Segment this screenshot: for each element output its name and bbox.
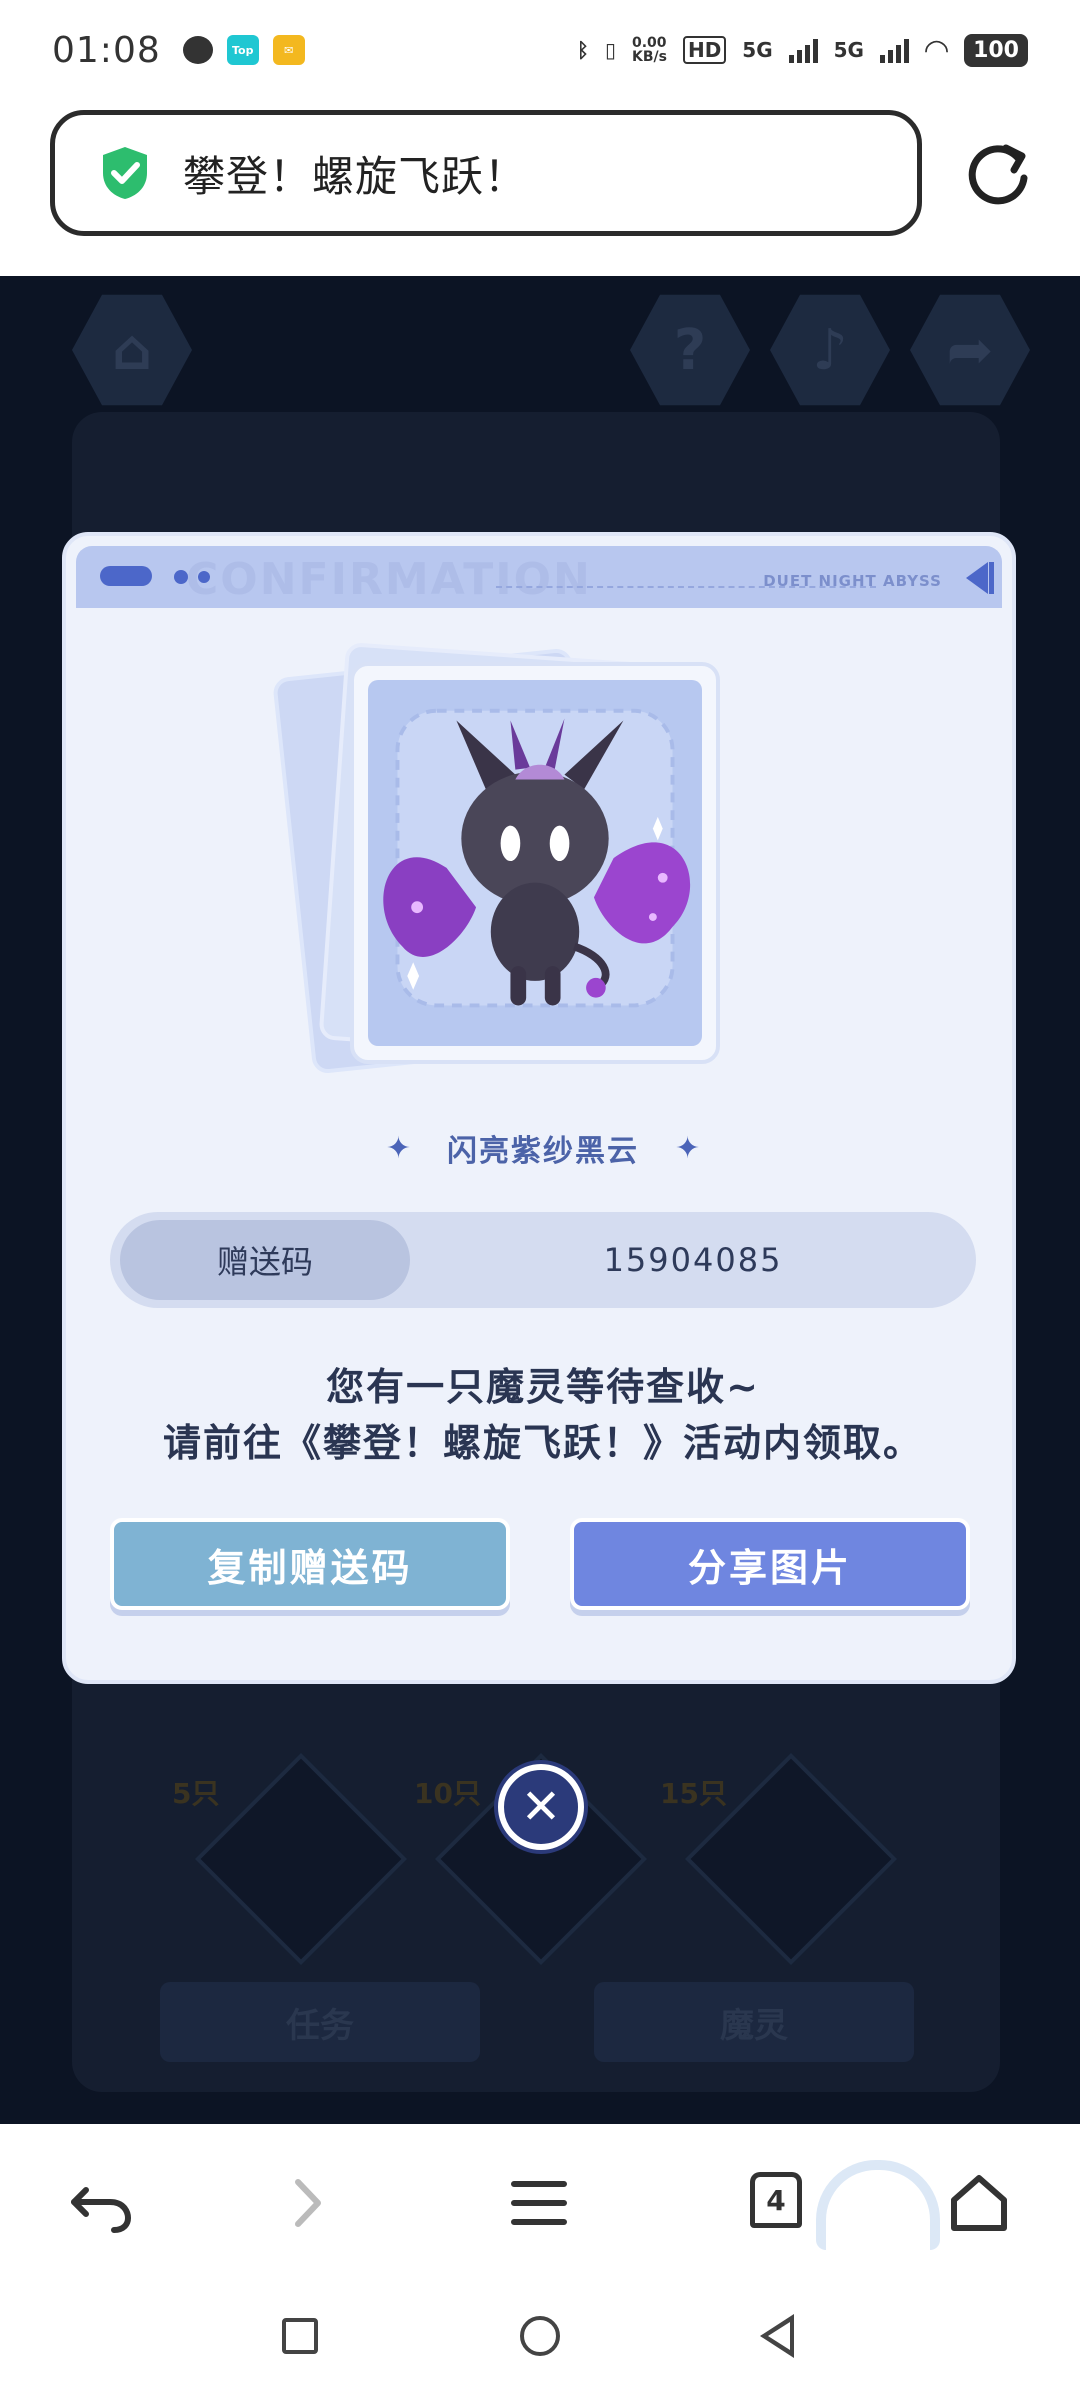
gift-code-row: 赠送码 15904085 <box>110 1212 976 1308</box>
message-line-2: 请前往《攀登！螺旋飞跃！》活动内领取。 <box>162 1421 923 1465</box>
home-icon[interactable]: ⌂ <box>72 294 192 406</box>
header-arrow-icon <box>966 562 988 594</box>
top-app-icon: Top <box>226 35 259 65</box>
tab-tasks[interactable]: 任务 <box>160 1982 480 2062</box>
reload-icon[interactable] <box>960 136 1036 212</box>
status-right: ᛒ ▯ 0.00 KB/s HD 5G 5G ◠ 100 <box>577 33 1028 68</box>
page-title: 攀登！螺旋飞跃！ <box>183 151 528 201</box>
header-bar <box>989 562 994 594</box>
forward-chevron-icon[interactable] <box>272 2168 342 2238</box>
header-pill <box>100 566 152 586</box>
notification-icons: Top ✉ <box>182 35 305 65</box>
wifi-icon: ◠ <box>924 32 949 68</box>
milestone-label: 15只 <box>660 1777 727 1810</box>
pet-name: 闪亮紫纱黑云 <box>447 1134 639 1169</box>
pet-name-row: ✦ 闪亮紫纱黑云 ✦ <box>66 1126 1012 1170</box>
recent-apps-icon[interactable] <box>282 2318 318 2354</box>
system-nav-bar <box>0 2274 1080 2400</box>
battery-indicator: 100 <box>964 33 1028 67</box>
tab-spirits[interactable]: 魔灵 <box>594 1982 914 2062</box>
close-icon[interactable]: ✕ <box>498 1764 584 1850</box>
back-arrow-icon[interactable] <box>66 2168 136 2238</box>
bluetooth-icon: ᛒ <box>576 38 589 62</box>
header-brand: DUET NIGHT ABYSS <box>763 572 942 590</box>
header-watermark: CONFIRMATION <box>186 554 592 605</box>
copy-code-button[interactable]: 复制赠送码 <box>110 1518 510 1610</box>
gift-modal: CONFIRMATION DUET NIGHT ABYSS ✦ 闪亮紫纱黑云 ✦… <box>62 532 1016 1684</box>
chat-bubble-icon <box>182 36 213 64</box>
security-shield-icon <box>99 145 151 201</box>
gift-code-label: 赠送码 <box>120 1220 410 1300</box>
signal-bars-1-icon <box>788 37 818 63</box>
signal-bars-2-icon <box>879 37 909 63</box>
pet-character-icon <box>383 708 691 1008</box>
home-circle-icon[interactable] <box>520 2316 560 2356</box>
tabs-counter-icon[interactable]: 4 <box>750 2172 802 2228</box>
help-icon[interactable]: ? <box>630 294 750 406</box>
browser-toolbar: 攀登！螺旋飞跃！ <box>0 100 1080 276</box>
signal-5g-label-2: 5G <box>833 38 864 62</box>
sparkle-icon: ✦ <box>385 1130 411 1166</box>
status-bar: 01:08 Top ✉ ᛒ ▯ 0.00 KB/s HD 5G 5G ◠ 100 <box>0 0 1080 100</box>
share-image-button[interactable]: 分享图片 <box>570 1518 970 1610</box>
net-speed: 0.00 KB/s <box>631 35 667 65</box>
assistant-icon[interactable] <box>816 2160 940 2250</box>
browser-bottom-nav: 4 <box>0 2124 1080 2274</box>
sparkle-icon: ✦ <box>675 1130 701 1166</box>
message-line-1: 您有一只魔灵等待查收~ <box>326 1365 760 1409</box>
hd-badge: HD <box>682 36 727 64</box>
vibrate-icon: ▯ <box>604 38 616 62</box>
home-nav-icon[interactable] <box>944 2168 1014 2238</box>
pet-card <box>350 662 720 1064</box>
status-time: 01:08 <box>52 29 161 71</box>
modal-header: CONFIRMATION DUET NIGHT ABYSS <box>76 546 1002 608</box>
pet-illustration <box>368 680 702 1046</box>
mail-icon: ✉ <box>272 35 305 65</box>
address-bar[interactable]: 攀登！螺旋飞跃！ <box>50 110 922 236</box>
signal-5g-label-1: 5G <box>742 38 773 62</box>
gift-code-value[interactable]: 15904085 <box>410 1212 976 1308</box>
share-arrow-icon[interactable]: ➦ <box>910 294 1030 406</box>
back-triangle-inner <box>768 2322 790 2350</box>
milestone-label: 5只 <box>172 1777 220 1810</box>
music-icon[interactable]: ♪ <box>770 294 890 406</box>
milestone-label: 10只 <box>414 1777 481 1810</box>
menu-icon[interactable] <box>504 2168 574 2238</box>
